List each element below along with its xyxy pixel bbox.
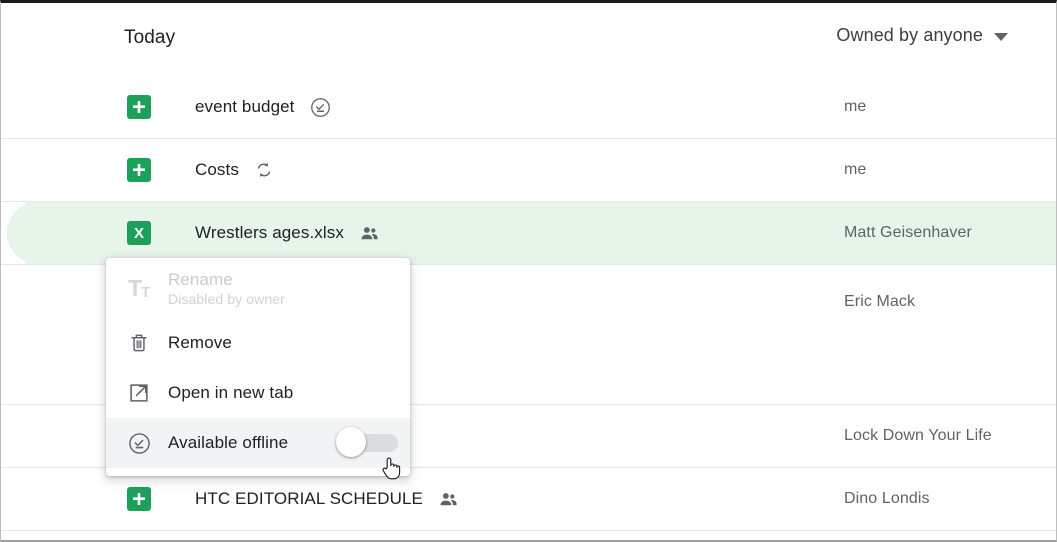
menu-item-label: Rename xyxy=(168,269,233,289)
open-in-new-tab-icon xyxy=(128,382,168,404)
list-header: Today Owned by anyone xyxy=(1,6,1056,76)
table-row-selected[interactable]: X Wrestlers ages.xlsx Matt Geisenhaver xyxy=(1,202,1056,265)
file-owner: Dino Londis xyxy=(844,490,930,507)
file-icon-cell xyxy=(1,487,151,511)
trash-icon xyxy=(128,332,168,354)
file-name: HTC EDITORIAL SCHEDULE xyxy=(195,489,423,508)
menu-item-remove-text: Remove xyxy=(168,332,232,353)
menu-item-open-in-new-tab-text: Open in new tab xyxy=(168,382,293,403)
table-row[interactable]: event budget me xyxy=(1,76,1056,139)
file-name-cell: Costs xyxy=(127,160,844,180)
menu-item-available-offline[interactable]: Available offline xyxy=(106,418,410,468)
menu-item-label: Open in new tab xyxy=(168,383,294,403)
file-owner: me xyxy=(844,98,867,115)
table-row[interactable]: HTC EDITORIAL SCHEDULE Dino Londis xyxy=(1,468,1056,531)
file-owner: me xyxy=(844,161,867,178)
menu-item-rename-text: Rename Disabled by owner xyxy=(168,269,285,307)
context-menu[interactable]: TT Rename Disabled by owner Remove Open … xyxy=(106,258,410,476)
file-icon-cell: X xyxy=(1,221,151,245)
owner-filter-dropdown[interactable]: Owned by anyone xyxy=(836,25,1008,46)
menu-item-sublabel: Disabled by owner xyxy=(168,291,285,308)
drive-file-list-screen: Today Owned by anyone event budget me Co… xyxy=(0,0,1057,542)
file-name: Costs xyxy=(195,160,239,179)
sync-icon xyxy=(254,160,274,180)
file-name-cell: HTC EDITORIAL SCHEDULE xyxy=(127,489,844,510)
available-offline-icon xyxy=(310,97,331,118)
text-format-icon: TT xyxy=(128,274,151,301)
file-icon-cell xyxy=(1,95,151,119)
owner-filter-label: Owned by anyone xyxy=(836,25,983,45)
file-name: event budget xyxy=(195,97,295,116)
menu-item-remove[interactable]: Remove xyxy=(106,318,410,368)
menu-item-label: Remove xyxy=(168,333,232,353)
table-row[interactable]: Costs me xyxy=(1,139,1056,202)
available-offline-toggle[interactable] xyxy=(336,427,398,457)
file-name-cell: Wrestlers ages.xlsx xyxy=(127,223,844,244)
page-title: Today xyxy=(124,27,176,48)
file-name-cell: event budget xyxy=(127,97,844,118)
file-owner: Lock Down Your Life xyxy=(844,427,992,444)
shared-people-icon xyxy=(438,489,459,510)
toggle-knob[interactable] xyxy=(336,427,366,457)
available-offline-icon xyxy=(128,432,168,455)
chevron-down-icon xyxy=(994,32,1008,41)
file-name: Wrestlers ages.xlsx xyxy=(195,223,344,242)
menu-item-available-offline-text: Available offline xyxy=(168,432,288,453)
menu-item-rename: TT Rename Disabled by owner xyxy=(106,258,410,318)
file-icon-cell xyxy=(1,158,151,182)
shared-people-icon xyxy=(359,223,380,244)
menu-item-label: Available offline xyxy=(168,433,289,453)
file-owner: Matt Geisenhaver xyxy=(844,224,972,241)
menu-item-open-in-new-tab[interactable]: Open in new tab xyxy=(106,368,410,418)
file-owner: Eric Mack xyxy=(844,293,916,310)
